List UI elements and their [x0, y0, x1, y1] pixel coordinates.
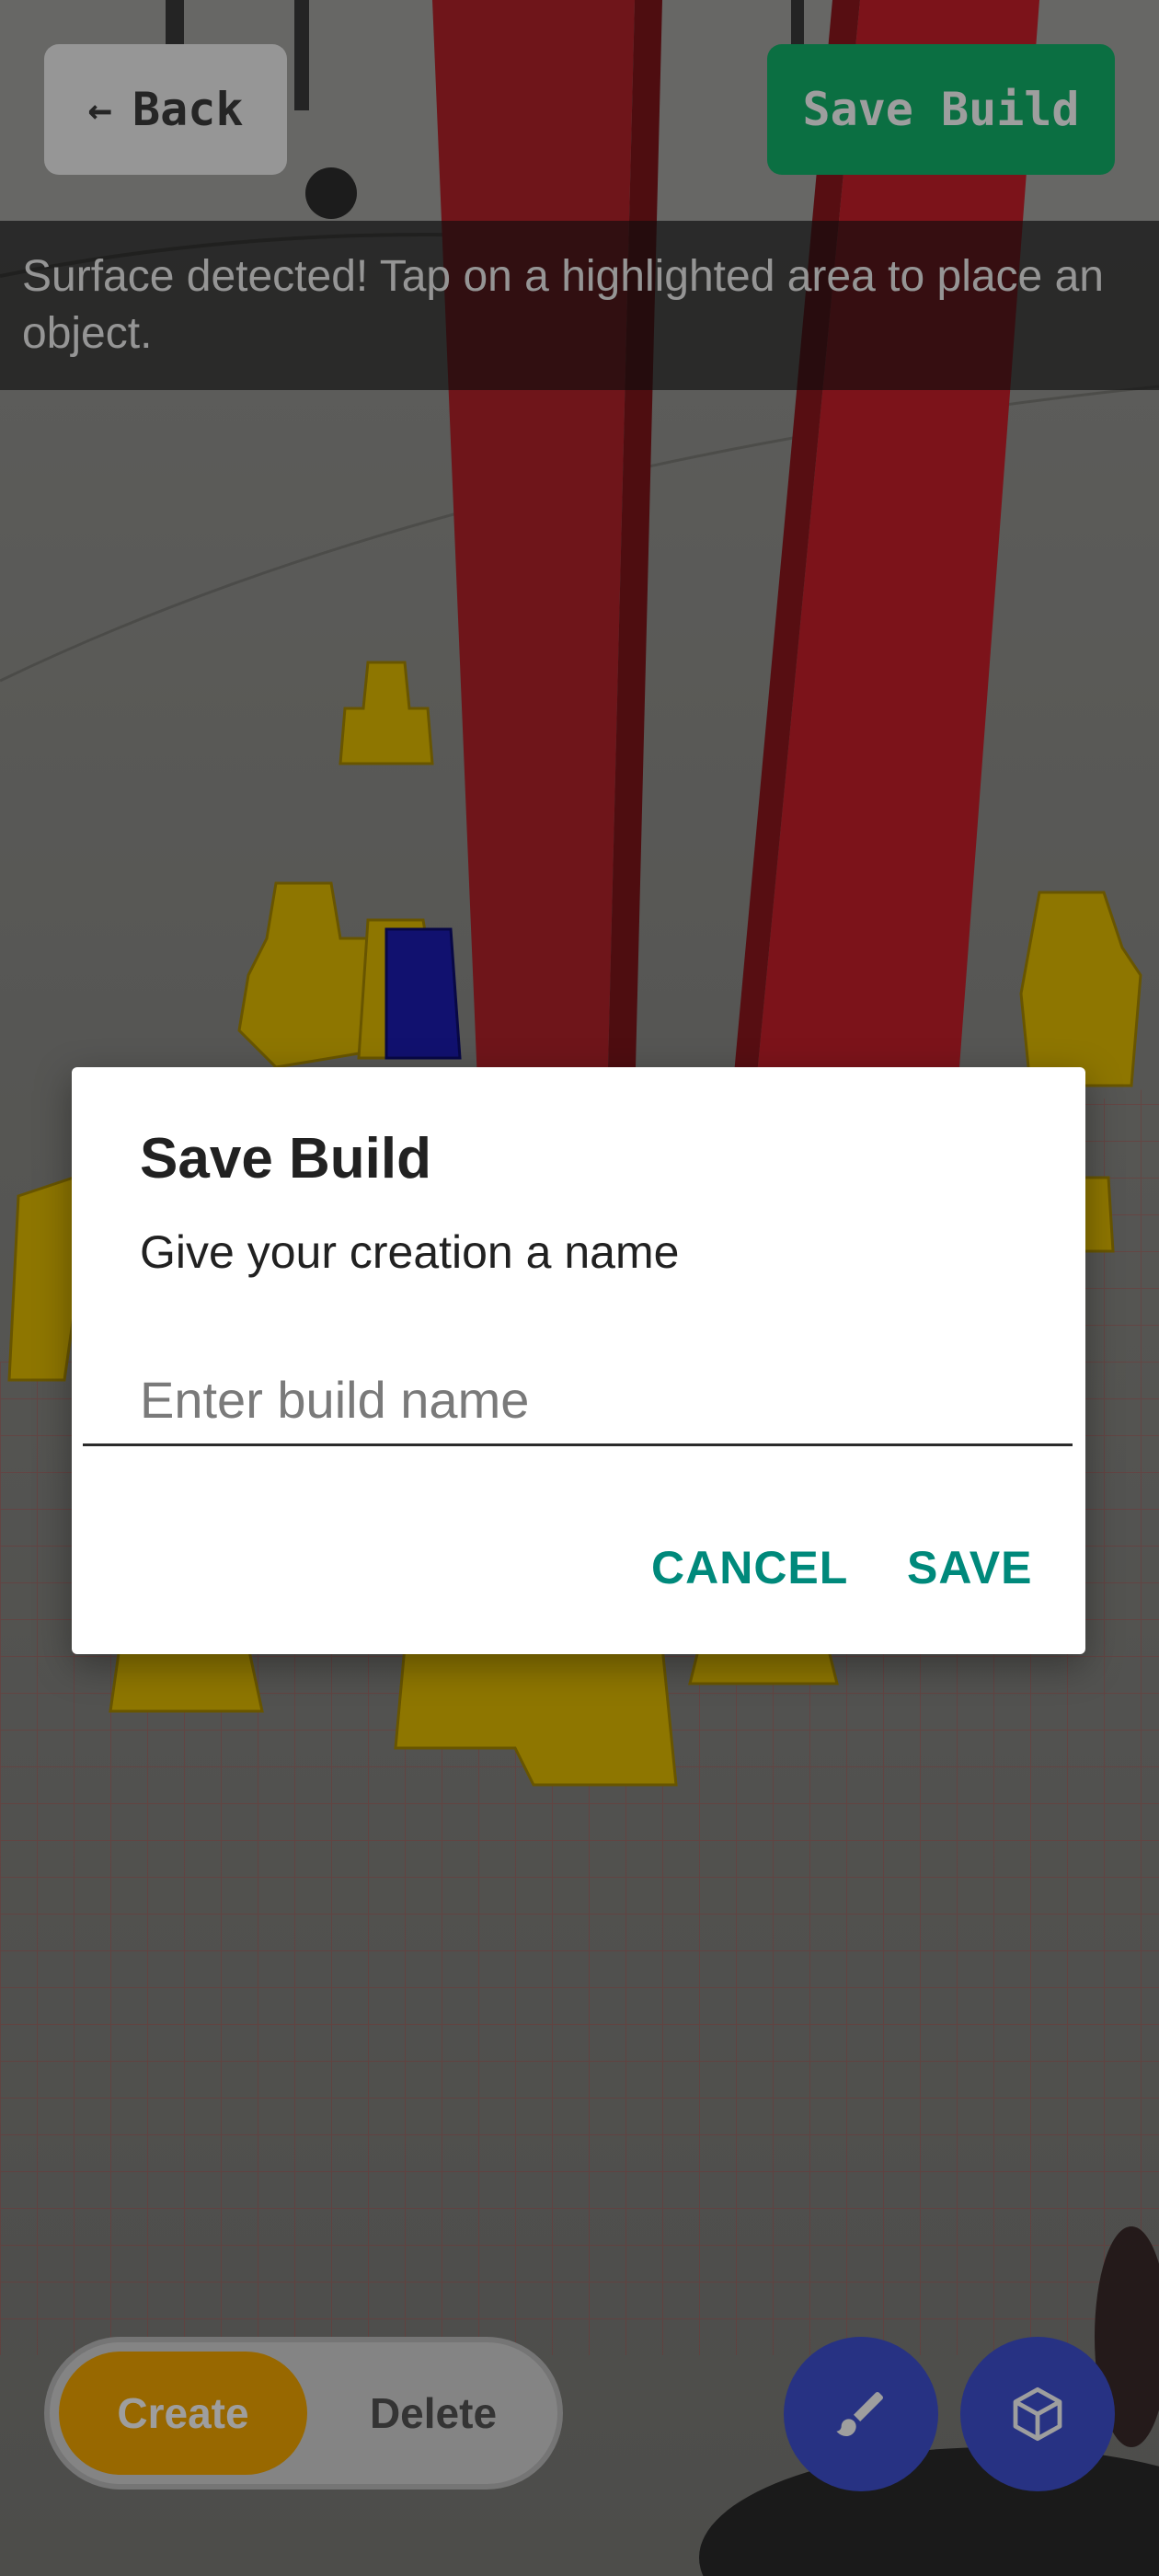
save-button[interactable]: SAVE [907, 1531, 1032, 1604]
save-build-dialog: Save Build Give your creation a name CAN… [72, 1067, 1085, 1654]
cancel-button[interactable]: CANCEL [651, 1531, 848, 1604]
ar-builder-screen: ← Back Save Build Surface detected! Tap … [0, 0, 1159, 2576]
dialog-message: Give your creation a name [140, 1226, 680, 1278]
build-name-input[interactable] [83, 1362, 1073, 1446]
dialog-title: Save Build [140, 1127, 431, 1190]
